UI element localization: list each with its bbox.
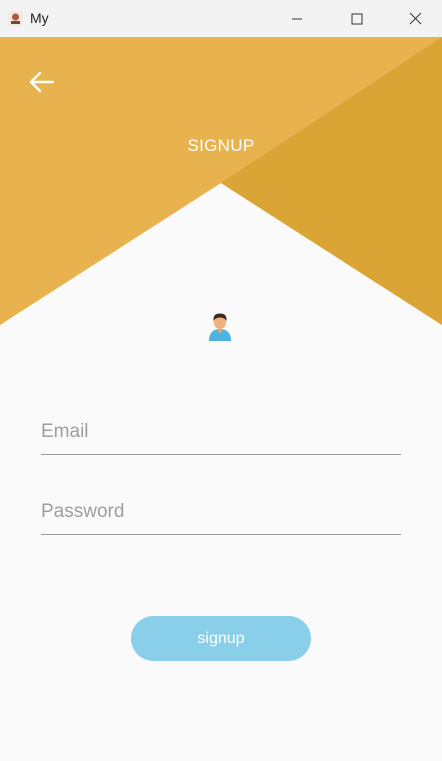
app-window: My SIGNUP Email signup [0,0,442,761]
email-field[interactable] [41,415,401,455]
arrow-left-icon[interactable] [28,68,56,96]
minimize-button[interactable] [268,0,326,37]
signup-button[interactable]: signup [131,616,311,661]
window-title: My [30,10,49,26]
maximize-button[interactable] [328,0,386,37]
app-icon [8,11,23,26]
minimize-icon [292,18,302,19]
close-button[interactable] [386,0,442,37]
person-icon [209,313,231,341]
maximize-icon [351,13,363,24]
header-background [0,37,442,337]
password-field[interactable] [41,495,401,535]
page-title: SIGNUP [187,136,255,155]
title-bar: My [0,0,442,37]
close-icon [409,12,421,25]
